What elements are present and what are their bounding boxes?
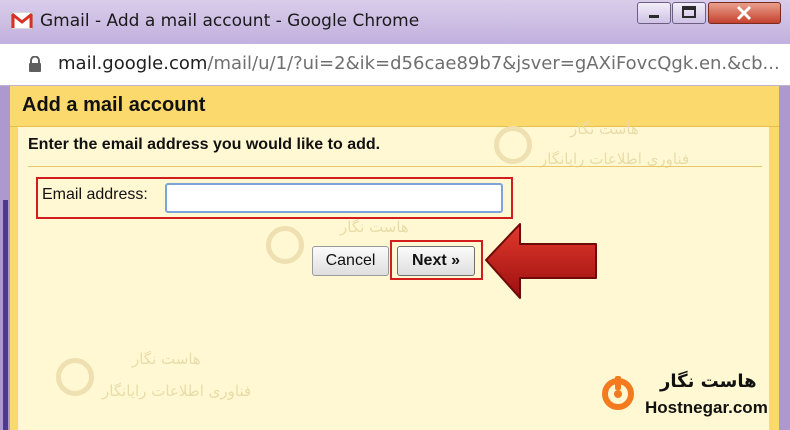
dialog-title: Add a mail account: [22, 94, 206, 116]
maximize-button[interactable]: [672, 2, 706, 24]
brand-name-fa: هاست نگار: [660, 371, 757, 392]
minimize-button[interactable]: [637, 2, 671, 24]
cancel-button[interactable]: Cancel: [312, 246, 389, 276]
email-input[interactable]: [165, 183, 503, 213]
dialog-header: Add a mail account: [10, 86, 779, 127]
window-frame-left-edge: [3, 200, 8, 430]
window-title: Gmail - Add a mail account - Google Chro…: [40, 11, 420, 31]
divider: [28, 166, 762, 167]
pointer-arrow-icon: [485, 223, 597, 299]
watermark-tagline: فناوری اطلاعات رایانگار: [102, 382, 252, 400]
hostnegar-logo-icon: [602, 376, 634, 410]
watermark-logo-icon: [56, 358, 94, 396]
url-text[interactable]: mail.google.com/mail/u/1/?ui=2&ik=d56cae…: [58, 53, 780, 74]
window-titlebar[interactable]: Gmail - Add a mail account - Google Chro…: [0, 0, 790, 44]
next-button[interactable]: Next »: [397, 246, 475, 276]
address-bar[interactable]: mail.google.com/mail/u/1/?ui=2&ik=d56cae…: [0, 44, 790, 86]
gmail-m-icon: [11, 12, 33, 29]
close-icon: [736, 5, 752, 21]
close-button[interactable]: [708, 2, 781, 24]
watermark-brand: هاست نگار: [340, 218, 409, 236]
url-domain: mail.google.com: [58, 53, 208, 74]
watermark-brand: هاست نگار: [570, 120, 639, 138]
watermark-brand: هاست نگار: [132, 350, 201, 368]
watermark-logo-icon: [494, 126, 532, 164]
lock-icon: [29, 56, 41, 72]
window-frame-right: [779, 86, 790, 430]
minimize-icon: [649, 15, 659, 18]
maximize-icon: [682, 6, 696, 18]
instruction-text: Enter the email address you would like t…: [28, 136, 381, 153]
email-label: Email address:: [42, 186, 148, 203]
url-path: /mail/u/1/?ui=2&ik=d56cae89b7&jsver=gAXi…: [207, 53, 780, 74]
brand-name-en: Hostnegar.com: [645, 398, 768, 417]
watermark-logo-icon: [266, 226, 304, 264]
